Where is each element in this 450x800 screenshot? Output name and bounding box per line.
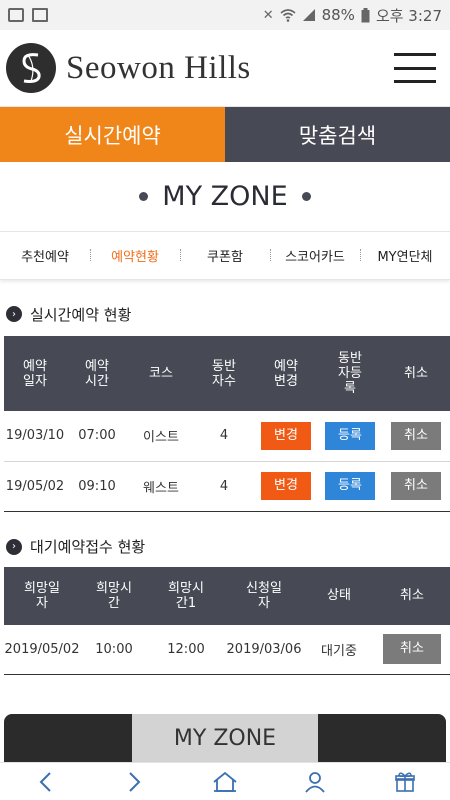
hope-date: 2019/05/02 [4,624,80,675]
section-realtime-header: › 실시간예약 현황 [0,292,450,336]
section-title: 실시간예약 현황 [30,305,132,324]
user-icon[interactable] [270,771,360,793]
change-button[interactable]: 변경 [261,472,311,500]
table-row: 19/05/02 09:10 웨스트 4 변경 등록 취소 [4,461,450,512]
table-header-row: 예약 일자 예약 시간 코스 동반 자수 예약 변경 동반 자등 록 취소 [4,336,450,411]
battery-icon [361,7,370,22]
gift-icon[interactable] [360,771,450,793]
leaf-s-logo [6,43,56,93]
tab-realtime-reservation[interactable]: 실시간예약 [0,107,225,162]
col-header: 코스 [149,366,173,381]
bullet-dot-icon [301,192,311,201]
brand-name: Seowon Hills [66,49,251,86]
hope-time-1: 12:00 [148,624,224,675]
cancel-cell: 취소 [382,411,450,462]
col-header: 동반 자수 [212,358,236,389]
register-cell: 등록 [318,411,382,462]
companion-count: 4 [194,411,254,462]
wifi-icon [280,9,296,22]
status-bar: ✕ 88% 오후 3:27 [0,0,450,30]
realtime-table: 예약 일자 예약 시간 코스 동반 자수 예약 변경 동반 자등 록 취소 19/03/10… [4,336,450,512]
back-icon[interactable] [0,771,90,793]
subnav-item-recommend[interactable]: 추천예약 [0,246,90,265]
register-cell: 등록 [318,461,382,512]
subnav: 추천예약 예약현황 쿠폰함 스코어카드 MY연단체 [0,232,450,280]
col-header: 예약 변경 [274,358,298,389]
reservation-date: 19/05/02 [4,461,66,512]
mail-icon [8,8,24,22]
tab-custom-search[interactable]: 맞춤검색 [225,107,450,162]
reservation-time: 09:10 [66,461,128,512]
reservation-date: 19/03/10 [4,411,66,462]
table-header-row: 희망일 자 희망시 간 희망시 간1 신청일 자 상태 취소 [4,566,450,625]
course: 웨스트 [128,461,194,512]
table-row: 2019/05/02 10:00 12:00 2019/03/06 대기중 취소 [4,624,450,675]
reservation-time: 07:00 [66,411,128,462]
subnav-item-scorecard[interactable]: 스코어카드 [270,246,360,265]
home-icon[interactable] [180,771,270,793]
col-header: 예약 일자 [23,358,47,389]
chevron-right-icon: › [6,538,22,555]
myzone-tab[interactable]: MY ZONE [132,714,318,762]
cancel-button[interactable]: 취소 [391,472,441,500]
col-header: 신청일 자 [246,580,282,611]
page-title-text: MY ZONE [162,181,288,212]
hamburger-icon[interactable] [394,53,436,83]
section-waiting-header: › 대기예약접수 현황 [0,527,450,567]
brand[interactable]: Seowon Hills [6,43,251,93]
apply-date: 2019/03/06 [224,624,304,675]
col-header: 취소 [404,366,428,381]
table-row: 19/03/10 07:00 이스트 4 변경 등록 취소 [4,411,450,462]
status: 대기중 [304,624,374,675]
col-header: 예약 시간 [85,358,109,389]
col-header: 희망시 간1 [168,580,204,611]
main-tabs: 실시간예약 맞춤검색 [0,107,450,162]
hope-time: 10:00 [80,624,148,675]
companion-count: 4 [194,461,254,512]
cancel-button[interactable]: 취소 [383,634,441,665]
bullet-dot-icon [139,192,149,201]
register-companion-button[interactable]: 등록 [325,472,375,500]
col-header: 희망시 간 [96,580,132,611]
battery-percent: 88% [321,6,355,24]
section-title: 대기예약접수 현황 [30,538,146,556]
image-icon [32,8,48,22]
col-header: 취소 [400,588,424,603]
course: 이스트 [128,411,194,462]
col-header: 희망일 자 [24,580,60,611]
cancel-button[interactable]: 취소 [391,421,441,450]
waiting-table: 희망일 자 희망시 간 희망시 간1 신청일 자 상태 취소 2019/05/02 10… [4,566,450,675]
bottom-nav [0,762,450,800]
mute-icon: ✕ [262,7,274,23]
col-header: 상태 [327,588,351,603]
app-header: Seowon Hills [0,30,450,107]
signal-icon [302,9,315,21]
page-title: MY ZONE [0,162,450,232]
change-cell: 변경 [254,461,318,512]
col-header: 동반 자등 록 [338,351,362,396]
change-button[interactable]: 변경 [261,421,311,450]
cancel-cell: 취소 [374,624,450,675]
cancel-cell: 취소 [382,461,450,512]
clock: 오후 3:27 [375,6,442,25]
register-companion-button[interactable]: 등록 [325,421,375,450]
change-cell: 변경 [254,411,318,462]
chevron-right-icon: › [6,306,22,322]
subnav-item-reservation-status[interactable]: 예약현황 [90,246,180,265]
forward-icon[interactable] [90,771,180,793]
subnav-item-coupons[interactable]: 쿠폰함 [180,246,270,265]
subnav-item-my-group[interactable]: MY연단체 [360,246,450,265]
